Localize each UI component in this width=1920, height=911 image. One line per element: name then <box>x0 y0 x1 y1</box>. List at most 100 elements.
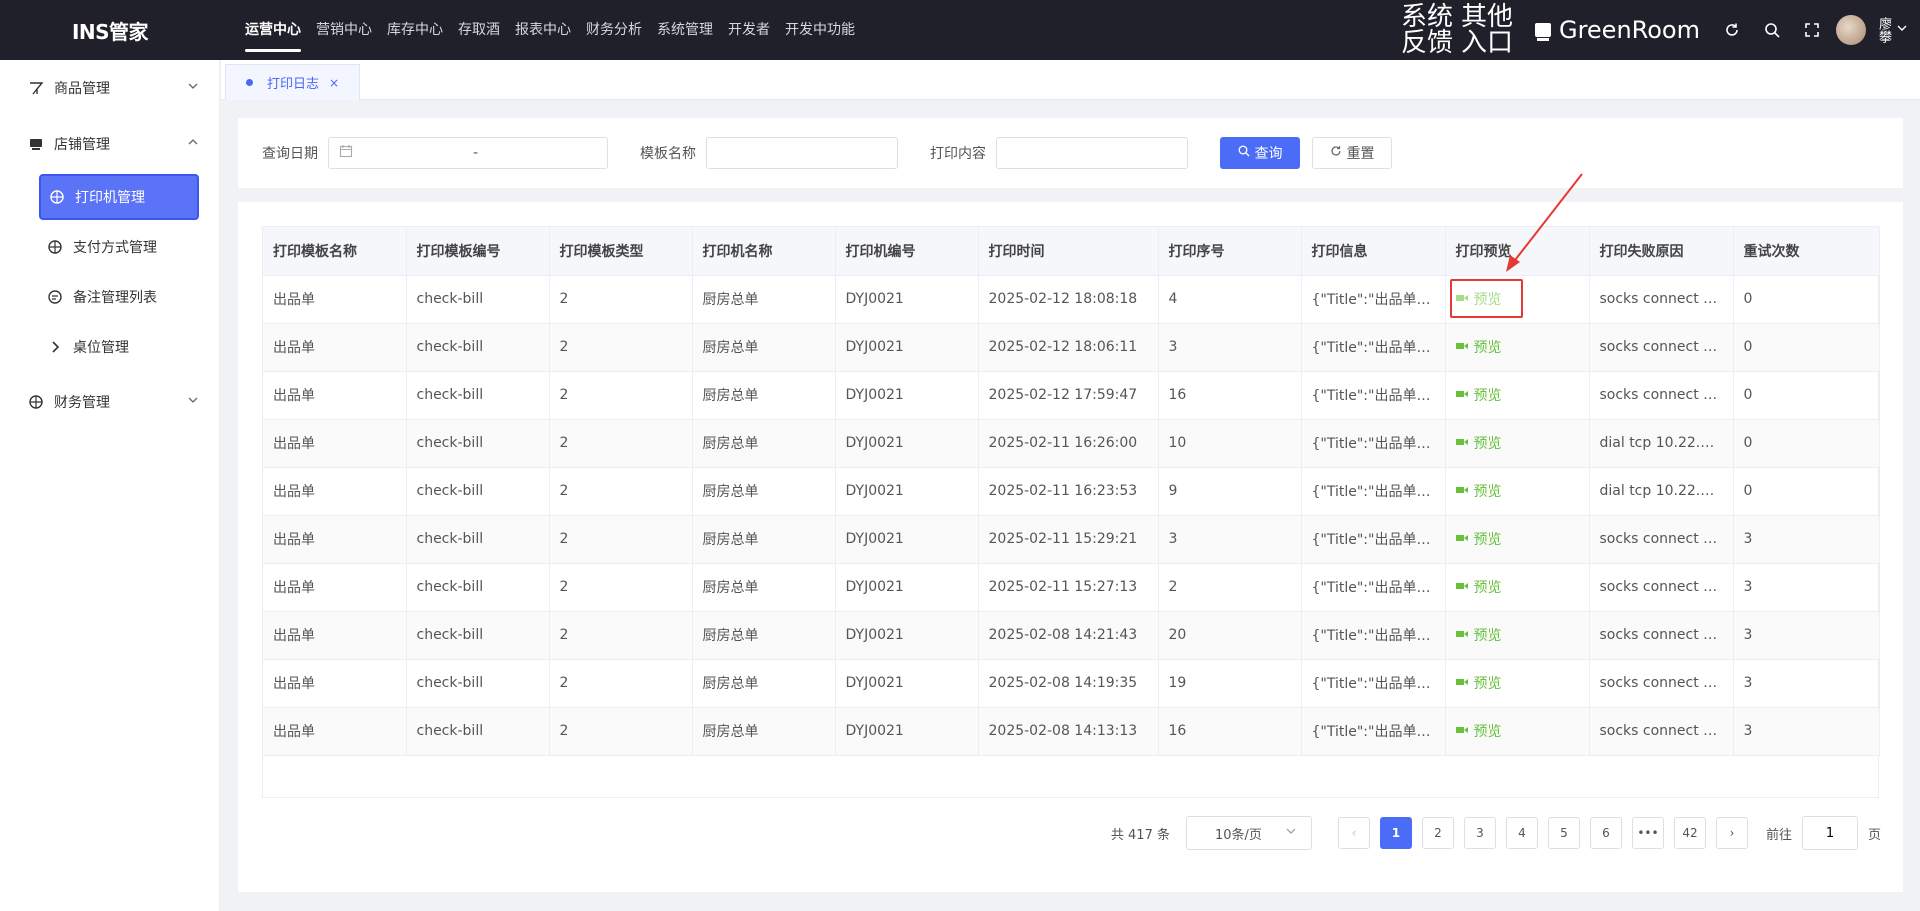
preview-link[interactable]: 预览 <box>1455 721 1502 741</box>
table-cell: 2025-02-12 18:08:18 <box>978 275 1159 324</box>
preview-link[interactable]: 预览 <box>1455 337 1502 357</box>
table-cell: {"Title":"出品单","… <box>1301 419 1446 468</box>
preview-cell: 预览 <box>1445 611 1590 660</box>
sidebar-group-store[interactable]: 店铺管理 <box>0 116 219 172</box>
sidebar-group-label: 财务管理 <box>54 395 110 411</box>
table-row: 出品单 check-bill 2 厨房总单 DYJ0021 2025-02-12 18:0… <box>263 323 1880 372</box>
query-panel: 查询日期 - 模板名称 打印内容 查询 重置 <box>238 118 1903 188</box>
preview-label: 预览 <box>1473 484 1502 500</box>
table-cell: check-bill <box>406 371 550 420</box>
search-button[interactable]: 查询 <box>1220 137 1300 169</box>
table-cell: 2 <box>549 611 693 660</box>
other-entry-link[interactable]: 其他 入口 <box>1461 4 1513 56</box>
topnav-item[interactable]: 运营中心 <box>245 0 301 60</box>
template-name-input[interactable] <box>706 137 898 169</box>
sidebar-item-payment[interactable]: 支付方式管理 <box>39 224 199 270</box>
refresh-icon[interactable] <box>1712 0 1752 60</box>
date-range-picker[interactable]: - <box>328 137 608 169</box>
more-pages-button[interactable]: ••• <box>1631 817 1664 849</box>
goto-label: 前往 <box>1765 827 1792 843</box>
preview-link[interactable]: 预览 <box>1455 529 1502 549</box>
topnav-item[interactable]: 开发者 <box>728 0 770 60</box>
page-button[interactable]: 5 <box>1547 817 1580 849</box>
fullscreen-icon[interactable] <box>1792 0 1832 60</box>
table-cell: 厨房总单 <box>692 419 836 468</box>
topnav-item[interactable]: 财务分析 <box>586 0 642 60</box>
table-cell: 出品单 <box>263 611 407 660</box>
preview-label: 预览 <box>1473 388 1502 404</box>
topnav-item[interactable]: 开发中功能 <box>785 0 855 60</box>
table-cell: {"Title":"出品单","… <box>1301 707 1446 756</box>
username[interactable]: 廖攀 <box>1876 17 1891 43</box>
table-cell: 出品单 <box>263 323 407 372</box>
preview-link[interactable]: 预览 <box>1455 289 1502 309</box>
tab-print-log[interactable]: 打印日志 × <box>225 64 361 100</box>
table-cell: DYJ0021 <box>835 515 979 564</box>
table-cell: check-bill <box>406 419 550 468</box>
sidebar-item-label: 打印机管理 <box>75 190 145 206</box>
sidebar-group-goods[interactable]: 商品管理 <box>0 60 219 116</box>
page-button[interactable]: 6 <box>1589 817 1622 849</box>
top-nav: 运营中心 营销中心 库存中心 存取酒 报表中心 财务分析 系统管理 开发者 开发中功能 <box>245 0 870 60</box>
preview-link[interactable]: 预览 <box>1455 625 1502 645</box>
pagination: 共 417 条 10条/页 ‹ 123456 ••• 42 › 前往 页 <box>1111 816 1881 850</box>
table-cell: {"Title":"出品单","… <box>1301 611 1446 660</box>
page-button[interactable]: 2 <box>1421 817 1454 849</box>
date-separator: - <box>473 145 479 161</box>
active-dot <box>246 79 253 86</box>
page-size-select[interactable]: 10条/页 <box>1185 816 1312 850</box>
system-feedback-link[interactable]: 系统 反馈 <box>1401 4 1453 56</box>
table-cell: 出品单 <box>263 467 407 516</box>
print-content-input[interactable] <box>996 137 1188 169</box>
table-cell: 2 <box>549 371 693 420</box>
store-switcher[interactable]: GreenRoom <box>1534 16 1700 44</box>
preview-link[interactable]: 预览 <box>1455 673 1502 693</box>
table-cell: 3 <box>1733 515 1880 564</box>
topnav-item[interactable]: 系统管理 <box>657 0 713 60</box>
topnav-item[interactable]: 库存中心 <box>387 0 443 60</box>
table-cell: dial tcp 10.22.1.2… <box>1589 419 1734 468</box>
preview-label: 预览 <box>1473 292 1502 308</box>
avatar[interactable] <box>1836 15 1866 45</box>
close-icon[interactable]: × <box>329 76 339 90</box>
topnav-item[interactable]: 报表中心 <box>515 0 571 60</box>
search-button-label: 查询 <box>1254 146 1283 162</box>
table-cell: check-bill <box>406 467 550 516</box>
table-cell: 2025-02-11 15:27:13 <box>978 563 1159 612</box>
preview-link[interactable]: 预览 <box>1455 577 1502 597</box>
table-cell: 9 <box>1158 467 1302 516</box>
app-logo[interactable]: INS管家 <box>0 16 220 45</box>
page-button[interactable]: 4 <box>1505 817 1538 849</box>
preview-label: 预览 <box>1473 724 1502 740</box>
page-button[interactable]: 3 <box>1463 817 1496 849</box>
page-button[interactable]: 42 <box>1673 817 1706 849</box>
sidebar-item-notes[interactable]: 备注管理列表 <box>39 274 199 320</box>
page-button[interactable]: 1 <box>1379 817 1412 849</box>
table-cell: 3 <box>1733 611 1880 660</box>
feedback-line-2: 反馈 <box>1400 28 1453 58</box>
goto-page-input[interactable] <box>1801 816 1858 850</box>
topnav-item[interactable]: 存取酒 <box>458 0 500 60</box>
preview-link[interactable]: 预览 <box>1455 481 1502 501</box>
next-page-button[interactable]: › <box>1715 817 1748 849</box>
sidebar-group-label: 店铺管理 <box>54 137 110 153</box>
sidebar-group-finance[interactable]: 财务管理 <box>0 374 219 430</box>
table-cell: check-bill <box>406 275 550 324</box>
preview-link[interactable]: 预览 <box>1455 385 1502 405</box>
reset-button[interactable]: 重置 <box>1312 137 1392 169</box>
video-icon <box>1455 436 1468 450</box>
chevron-down-icon[interactable] <box>1896 22 1908 38</box>
calendar-icon <box>339 144 353 162</box>
table-cell: 2025-02-08 14:13:13 <box>978 707 1159 756</box>
prev-page-button[interactable]: ‹ <box>1337 817 1370 849</box>
sidebar-item-tables[interactable]: 桌位管理 <box>39 324 199 370</box>
column-header: 打印预览 <box>1445 227 1590 276</box>
topnav-item[interactable]: 营销中心 <box>316 0 372 60</box>
table-cell: check-bill <box>406 707 550 756</box>
column-header: 重试次数 <box>1733 227 1880 276</box>
refresh-icon <box>1330 145 1342 161</box>
search-icon[interactable] <box>1752 0 1792 60</box>
top-right-tools: 系统 反馈 其他 入口 GreenRoom 廖攀 <box>1401 0 1920 60</box>
sidebar-item-printer[interactable]: 打印机管理 <box>39 174 199 220</box>
preview-link[interactable]: 预览 <box>1455 433 1502 453</box>
